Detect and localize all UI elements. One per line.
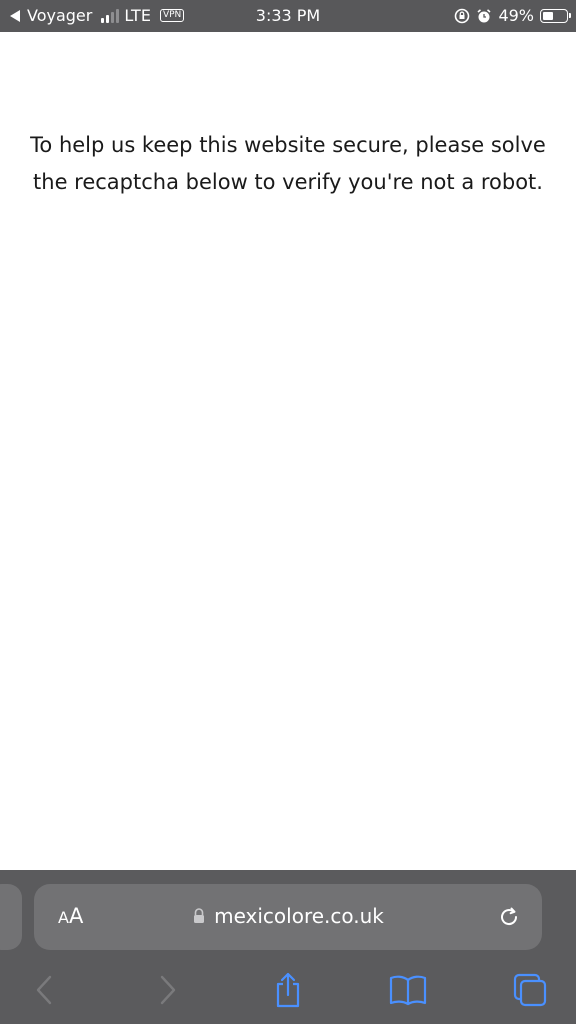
back-icon — [36, 975, 52, 1005]
status-right: 49% — [454, 6, 571, 25]
forward-icon — [160, 975, 176, 1005]
toolbar — [0, 966, 576, 1016]
address-bar[interactable]: AA mexicolore.co.uk — [34, 884, 542, 950]
battery-level-fill — [543, 11, 553, 20]
reload-icon[interactable] — [496, 904, 522, 930]
battery-icon — [540, 8, 571, 23]
forward-button[interactable] — [148, 970, 188, 1010]
bookmarks-icon — [389, 975, 427, 1006]
bookmarks-button[interactable] — [388, 970, 428, 1010]
battery-percent: 49% — [498, 6, 534, 25]
previous-tab-preview[interactable] — [0, 884, 22, 950]
orientation-lock-icon — [455, 8, 470, 23]
captcha-message: To help us keep this website secure, ple… — [30, 133, 546, 194]
tabs-icon — [513, 973, 547, 1007]
browser-bottom-bar: AA mexicolore.co.uk — [0, 870, 576, 1024]
web-content: To help us keep this website secure, ple… — [0, 32, 576, 870]
lock-icon — [194, 908, 205, 923]
share-button[interactable] — [268, 970, 308, 1010]
alarm-icon — [477, 8, 491, 22]
url-text: mexicolore.co.uk — [214, 904, 384, 928]
url-field[interactable]: mexicolore.co.uk — [34, 904, 542, 928]
tabs-button[interactable] — [510, 970, 550, 1010]
back-button[interactable] — [24, 970, 64, 1010]
share-icon — [276, 972, 300, 1008]
status-bar: Voyager LTE VPN 3:33 PM 49% — [0, 0, 576, 32]
